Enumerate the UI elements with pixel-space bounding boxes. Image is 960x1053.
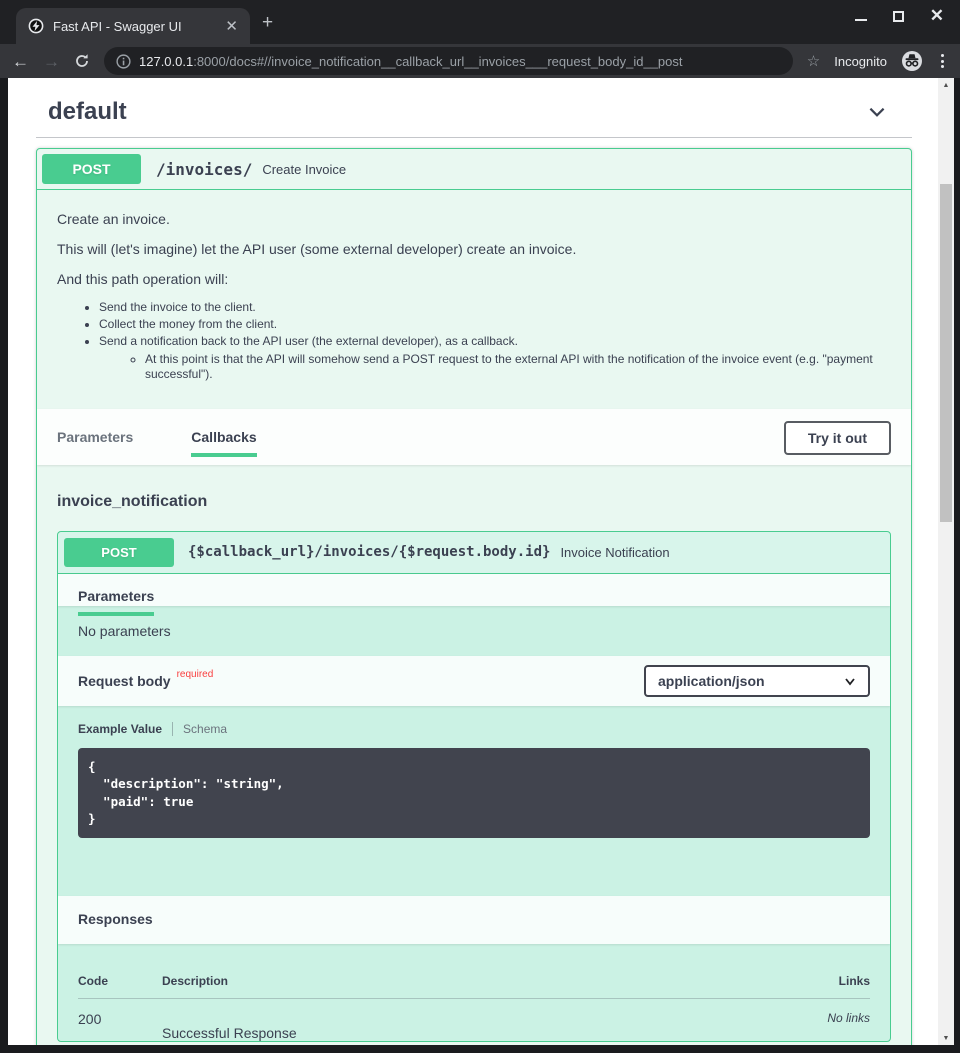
browser-tab[interactable]: Fast API - Swagger UI ✕ xyxy=(16,8,250,44)
request-body-header: Request body required application/json xyxy=(58,656,890,706)
scrollbar-thumb[interactable] xyxy=(940,184,952,522)
select-chevron-icon xyxy=(844,675,856,687)
description-paragraph: And this path operation will: xyxy=(57,270,891,289)
list-item: Send the invoice to the client. xyxy=(99,300,891,314)
browser-menu-icon[interactable] xyxy=(937,54,948,68)
required-badge: required xyxy=(177,669,214,680)
responses-label: Responses xyxy=(78,911,153,927)
window-close-button[interactable]: ✕ xyxy=(930,10,944,22)
tab-schema[interactable]: Schema xyxy=(183,722,227,736)
section-divider xyxy=(36,137,912,138)
window-maximize-button[interactable] xyxy=(893,11,904,22)
sub-list-item: At this point is that the API will someh… xyxy=(145,352,880,382)
column-links: Links xyxy=(750,974,870,988)
example-section: Example Value Schema { "description": "s… xyxy=(58,706,890,896)
url-bar[interactable]: 127.0.0.1:8000/docs#//invoice_notificati… xyxy=(104,47,793,75)
incognito-label: Incognito xyxy=(834,54,887,69)
browser-toolbar: ← → 127.0.0.1:8000/docs#//invoice_notifi… xyxy=(0,44,960,78)
tab-example-value[interactable]: Example Value xyxy=(78,722,162,736)
tab-callback-parameters[interactable]: Parameters xyxy=(78,588,154,616)
request-body-label: Request body xyxy=(78,673,171,689)
incognito-icon xyxy=(901,50,923,72)
section-title: default xyxy=(48,98,127,126)
scroll-up-icon[interactable]: ▲ xyxy=(938,78,954,92)
url-text: 127.0.0.1:8000/docs#//invoice_notificati… xyxy=(139,54,683,69)
window-minimize-button[interactable] xyxy=(855,19,867,21)
callback-name: invoice_notification xyxy=(57,493,891,511)
method-badge: POST xyxy=(42,154,141,184)
table-row: 200 Successful Response No links xyxy=(78,999,870,1041)
tab-parameters[interactable]: Parameters xyxy=(57,429,133,457)
chevron-down-icon[interactable] xyxy=(866,101,888,123)
tab-title: Fast API - Swagger UI xyxy=(53,19,223,34)
responses-table: Code Description Links 200 Successful Re… xyxy=(58,944,890,1041)
example-json-code: { "description": "string", "paid": true … xyxy=(78,748,870,838)
scroll-down-icon[interactable]: ▼ xyxy=(938,1031,954,1045)
list-item: Collect the money from the client. xyxy=(99,317,891,331)
callback-summary-text: Invoice Notification xyxy=(560,545,669,560)
content-type-select[interactable]: application/json xyxy=(644,665,870,697)
reload-icon[interactable] xyxy=(74,53,90,69)
tab-callbacks[interactable]: Callbacks xyxy=(191,429,256,457)
fastapi-favicon-icon xyxy=(28,18,44,34)
operation-summary[interactable]: POST /invoices/ Create Invoice xyxy=(37,149,911,190)
browser-titlebar: Fast API - Swagger UI ✕ + ✕ xyxy=(0,0,960,44)
response-description: Successful Response xyxy=(162,1011,750,1041)
responses-header: Responses xyxy=(58,896,890,944)
description-paragraph: Create an invoice. xyxy=(57,210,891,229)
callback-method-badge: POST xyxy=(64,538,174,567)
tab-separator xyxy=(172,722,173,736)
page-scrollbar[interactable]: ▲ ▼ xyxy=(938,78,954,1045)
bookmark-star-icon[interactable]: ☆ xyxy=(807,52,820,70)
operation-description: Create an invoice. This will (let's imag… xyxy=(37,190,911,409)
list-item: Send a notification back to the API user… xyxy=(99,334,891,381)
content-type-value: application/json xyxy=(658,673,844,689)
operation-tab-header: Parameters Callbacks Try it out xyxy=(37,409,911,465)
forward-icon[interactable]: → xyxy=(43,53,60,70)
description-paragraph: This will (let's imagine) let the API us… xyxy=(57,240,891,259)
callback-summary[interactable]: POST {$callback_url}/invoices/{$request.… xyxy=(58,532,890,574)
no-parameters-text: No parameters xyxy=(58,606,890,656)
operation-path: /invoices/ xyxy=(151,160,252,179)
callback-parameters-header: Parameters xyxy=(58,574,890,606)
response-links: No links xyxy=(750,1011,870,1025)
new-tab-button[interactable]: + xyxy=(262,13,273,32)
operation-summary-text: Create Invoice xyxy=(262,162,346,177)
page-info-icon[interactable] xyxy=(116,54,131,69)
back-icon[interactable]: ← xyxy=(12,53,29,70)
swagger-page: default POST /invoices/ Create Invoice C… xyxy=(8,78,938,1045)
callbacks-section: invoice_notification POST {$callback_url… xyxy=(37,465,911,1045)
default-section-header[interactable]: default xyxy=(36,96,912,126)
tab-close-icon[interactable]: ✕ xyxy=(223,17,240,35)
column-code: Code xyxy=(78,974,162,988)
callback-opblock: POST {$callback_url}/invoices/{$request.… xyxy=(57,531,891,1042)
try-it-out-button[interactable]: Try it out xyxy=(784,421,891,455)
description-list: Send the invoice to the client. Collect … xyxy=(57,300,891,382)
column-description: Description xyxy=(162,974,750,988)
response-code: 200 xyxy=(78,1011,162,1027)
opblock-post-invoices: POST /invoices/ Create Invoice Create an… xyxy=(36,148,912,1045)
callback-path: {$callback_url}/invoices/{$request.body.… xyxy=(184,544,550,560)
